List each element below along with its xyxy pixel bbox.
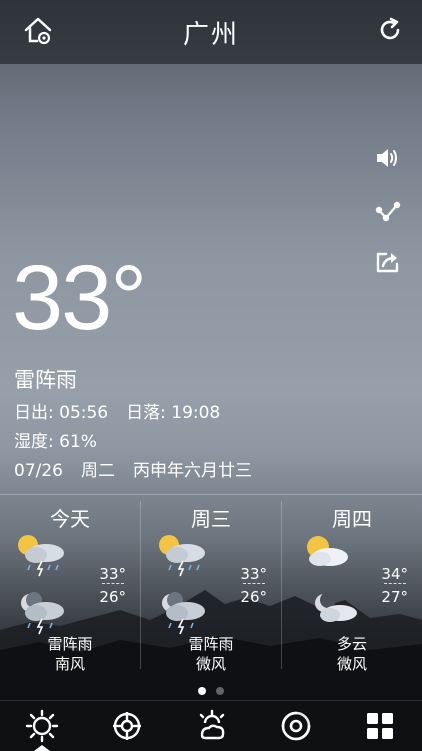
partly-cloudy-icon bbox=[307, 536, 348, 566]
forecast-day-label: 周三 bbox=[191, 507, 231, 531]
forecast-wind: 微风 bbox=[195, 655, 226, 673]
date: 07/26 bbox=[14, 461, 63, 481]
lunar-date: 丙申年六月廿三 bbox=[133, 461, 252, 481]
more-tab-icon[interactable] bbox=[363, 709, 397, 743]
forecast-description: 雷阵雨 bbox=[188, 635, 234, 653]
life-index-tab-icon[interactable] bbox=[110, 709, 144, 743]
forecast-panel: 今天 33° 26° 雷阵雨 南风 周三 33° 26° 雷阵雨 微风 周四 3… bbox=[0, 494, 422, 685]
forecast-day-2[interactable]: 周四 34° 27° 多云 微风 bbox=[282, 495, 422, 685]
tab-bar bbox=[0, 700, 422, 751]
forecast-description: 多云 bbox=[336, 635, 367, 653]
current-condition: 雷阵雨 bbox=[14, 368, 77, 392]
export-icon[interactable] bbox=[374, 248, 402, 276]
forecast-low: 27° bbox=[381, 588, 408, 606]
forecast-high: 34° bbox=[381, 565, 408, 583]
forecast-day-1[interactable]: 周三 33° 26° 雷阵雨 微风 bbox=[141, 495, 281, 685]
forecast-low: 26° bbox=[240, 588, 267, 606]
top-bar: 广州 bbox=[0, 0, 422, 64]
weather-tab-icon[interactable] bbox=[25, 709, 59, 743]
share-nodes-icon[interactable] bbox=[374, 198, 402, 226]
temp-separator bbox=[102, 583, 124, 584]
forecast-day-label: 今天 bbox=[50, 507, 90, 531]
thunderstorm-icon bbox=[159, 535, 205, 577]
humidity: 湿度: 61% bbox=[14, 432, 97, 452]
temp-separator bbox=[384, 583, 406, 584]
forecast-day-0[interactable]: 今天 33° 26° 雷阵雨 南风 bbox=[0, 495, 140, 685]
forecast-tab-icon[interactable] bbox=[195, 709, 229, 743]
page-dot[interactable] bbox=[216, 687, 224, 695]
sunset-time: 日落: 19:08 bbox=[126, 403, 221, 423]
sun-times: 日出: 05:56 日落: 19:08 bbox=[14, 398, 220, 423]
night-thunderstorm-icon bbox=[162, 592, 205, 635]
date-line: 07/26 周二 丙申年六月廿三 bbox=[14, 456, 252, 481]
night-cloudy-icon bbox=[315, 592, 357, 622]
current-temperature: 33° bbox=[12, 247, 147, 349]
speaker-icon[interactable] bbox=[374, 144, 402, 172]
sunrise-time: 日出: 05:56 bbox=[14, 403, 109, 423]
active-tab-indicator bbox=[34, 745, 50, 751]
typhoon-tab-icon[interactable] bbox=[279, 709, 313, 743]
forecast-day-label: 周四 bbox=[332, 507, 372, 531]
forecast-high: 33° bbox=[240, 565, 267, 583]
page-dot-active[interactable] bbox=[198, 687, 206, 695]
forecast-description: 雷阵雨 bbox=[47, 635, 93, 653]
page-indicator bbox=[0, 680, 422, 699]
forecast-low: 26° bbox=[99, 588, 126, 606]
thunderstorm-icon bbox=[18, 535, 64, 577]
forecast-wind: 微风 bbox=[336, 655, 367, 673]
night-thunderstorm-icon bbox=[21, 592, 64, 635]
forecast-high: 33° bbox=[99, 565, 126, 583]
refresh-icon[interactable] bbox=[376, 16, 404, 44]
forecast-wind: 南风 bbox=[54, 655, 85, 673]
temp-separator bbox=[243, 583, 265, 584]
city-title: 广州 bbox=[182, 20, 239, 50]
weekday: 周二 bbox=[81, 461, 115, 481]
